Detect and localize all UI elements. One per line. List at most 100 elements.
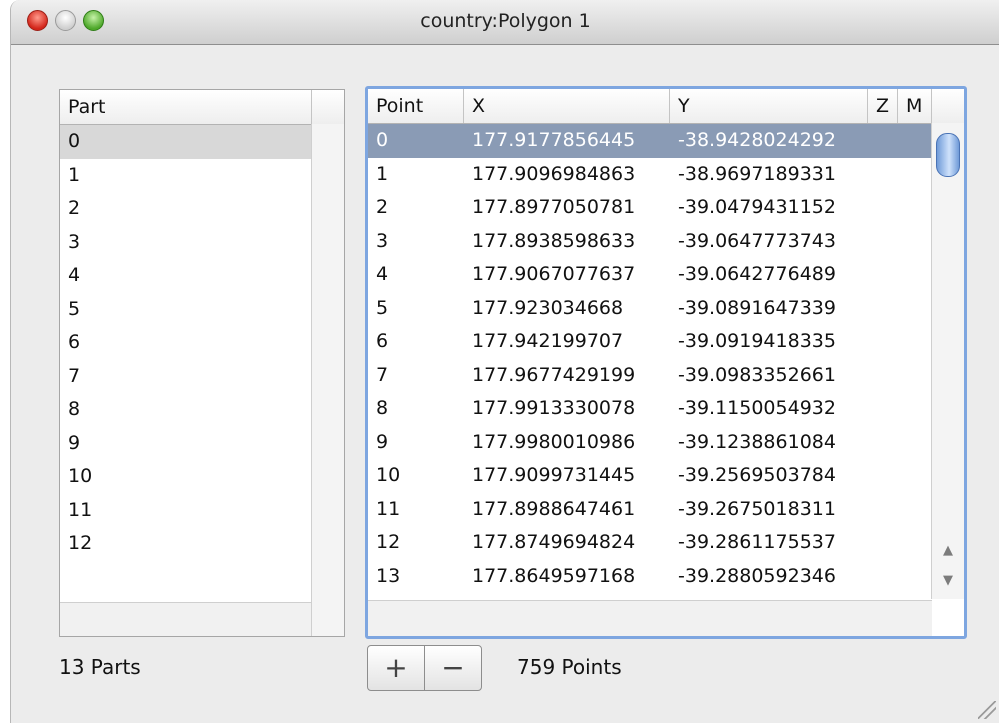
point-x-cell: 177.8938598633 [472,229,636,252]
table-row[interactable]: 9 177.9980010986 -39.1238861084 [368,426,932,460]
table-row[interactable]: 2 177.8977050781 -39.0479431152 [368,191,932,225]
table-row[interactable]: 2 [60,192,312,226]
column-header-y[interactable]: Y [670,89,868,123]
table-row[interactable]: 10 [60,460,312,494]
add-point-button[interactable]: + [367,645,425,691]
column-header-m[interactable]: M [898,89,932,123]
resize-grip-icon[interactable] [978,701,996,719]
table-row[interactable]: 7 [60,360,312,394]
part-index-cell: 1 [68,163,81,186]
point-y-cell: -39.1238861084 [678,430,836,453]
point-point-cell: 10 [376,464,401,486]
point-point-cell: 0 [376,129,389,151]
point-x-cell: 177.8988647461 [472,497,636,520]
column-header-x[interactable]: X [464,89,670,123]
point-y-cell: -39.0983352661 [678,363,836,386]
point-y-cell: -39.0891647339 [678,296,836,319]
table-row[interactable]: 0 [60,125,312,159]
arrow-down-icon[interactable]: ▼ [932,567,964,595]
table-row[interactable]: 14 177.8449707031 -39.3512061792 [368,593,932,600]
table-row[interactable]: 10 177.9099731445 -39.2569503784 [368,459,932,493]
title-bar[interactable]: country:Polygon 1 [11,0,999,45]
point-point-cell: 6 [376,330,389,352]
points-table-header: Point X Y Z M [368,89,964,124]
parts-vertical-track [311,124,344,636]
point-point-cell: 14 [368,593,400,600]
table-row[interactable]: 3 177.8938598633 -39.0647773743 [368,225,932,259]
point-point-cell: 13 [376,564,401,587]
part-index-cell: 5 [68,297,81,320]
part-index-cell: 10 [68,465,93,487]
parts-table[interactable]: Part 0 1 2 3 4 5 6 7 8 9 10 11 12 [59,89,345,637]
point-point-cell: 2 [376,196,389,218]
part-index-cell: 2 [68,197,81,219]
point-y-cell: -39.2675018311 [678,497,836,520]
point-y-cell: -38.9697189331 [678,162,836,185]
point-y-cell: -39.0647773743 [678,229,836,252]
table-row[interactable]: 4 [60,259,312,293]
part-index-cell: 7 [68,364,81,387]
table-row[interactable]: 1 177.9096984863 -38.9697189331 [368,158,932,192]
table-row[interactable]: 4 177.9067077637 -39.0642776489 [368,258,932,292]
table-row[interactable]: 5 177.923034668 -39.0891647339 [368,292,932,326]
points-count-label: 759 Points [517,655,622,679]
point-x-cell: 177.9096984863 [472,162,636,185]
points-horizontal-scrollbar[interactable] [368,600,932,636]
part-index-cell: 4 [68,264,81,286]
remove-point-button[interactable]: − [424,645,482,691]
points-list: 0 177.9177856445 -38.9428024292 1 177.909698… [368,124,932,600]
point-point-cell: 7 [376,363,389,386]
points-scroll-thumb[interactable] [936,133,960,177]
table-row[interactable]: 7 177.9677429199 -39.0983352661 [368,359,932,393]
table-row[interactable]: 12 177.8749694824 -39.2861175537 [368,526,932,560]
table-row[interactable]: 1 [60,159,312,193]
parts-horizontal-scrollbar[interactable] [60,602,312,636]
point-y-cell: -39.2880592346 [678,564,836,587]
table-row[interactable]: 6 177.942199707 -39.0919418335 [368,325,932,359]
table-row[interactable]: 5 [60,293,312,327]
table-row[interactable]: 3 [60,226,312,260]
point-x-cell: 177.9177856445 [472,129,636,151]
part-index-cell: 8 [68,398,81,420]
points-vertical-scrollbar[interactable]: ▲ ▼ [931,123,964,599]
point-point-cell: 1 [376,162,389,185]
column-header-part[interactable]: Part [60,90,312,124]
point-y-cell: -39.0919418335 [678,330,836,352]
point-point-cell: 5 [376,296,389,319]
point-x-cell: 177.8649597168 [472,564,636,587]
point-point-cell: 8 [376,397,389,419]
table-row[interactable]: 13 177.8649597168 -39.2880592346 [368,560,932,594]
point-x-cell: 177.9913330078 [472,397,636,419]
point-point-cell: 3 [376,229,389,252]
column-header-z[interactable]: Z [868,89,898,123]
point-x-cell: 177.923034668 [472,296,624,319]
arrow-up-icon[interactable]: ▲ [932,537,964,565]
table-row[interactable]: 8 [60,393,312,427]
point-point-cell: 11 [376,497,401,520]
table-row[interactable]: 8 177.9913330078 -39.1150054932 [368,392,932,426]
part-index-cell: 11 [68,498,93,521]
point-point-cell: 4 [376,263,389,285]
point-x-cell: 177.9677429199 [472,363,636,386]
table-row[interactable]: 12 [60,527,312,561]
table-row[interactable]: 11 [60,494,312,528]
column-header-point[interactable]: Point [368,89,464,123]
point-x-cell: 177.9099731445 [472,464,636,486]
parts-table-header: Part [60,90,344,125]
point-y-cell: -39.2861175537 [678,531,836,553]
points-table[interactable]: Point X Y Z M 0 177.9177856445 -38.9428024… [365,86,967,639]
window-title: country:Polygon 1 [420,10,591,32]
part-index-cell: 6 [68,331,81,353]
table-row[interactable]: 11 177.8988647461 -39.2675018311 [368,493,932,527]
point-y-cell: -39.3512061792 [670,593,836,600]
point-y-cell: -39.0479431152 [678,196,836,218]
table-row[interactable]: 6 [60,326,312,360]
window: country:Polygon 1 Part 0 1 2 3 4 5 6 7 8 9 10 11 12 … [10,0,999,723]
table-row[interactable]: 0 177.9177856445 -38.9428024292 [368,124,932,158]
part-index-cell: 0 [68,130,81,152]
point-y-cell: -39.2569503784 [678,464,836,486]
column-header-spacer [312,90,344,124]
table-row[interactable]: 9 [60,427,312,461]
point-x-cell: 177.9067077637 [472,263,636,285]
point-x-cell: 177.9980010986 [472,430,636,453]
